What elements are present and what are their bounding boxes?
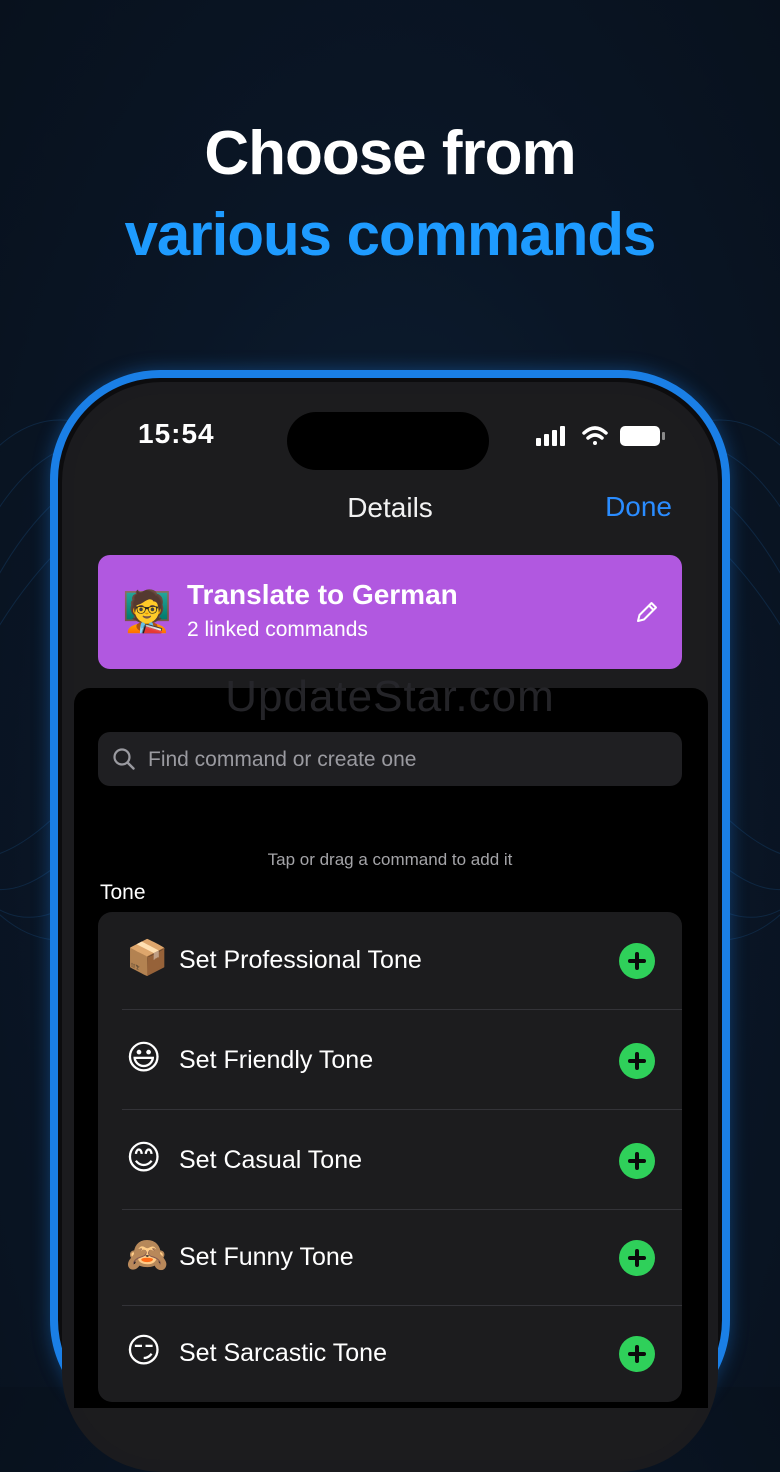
list-item[interactable]: 😃 Set Friendly Tone: [98, 1012, 682, 1109]
watermark: UpdateStar.com: [225, 672, 555, 721]
drag-hint: Tap or drag a command to add it: [267, 850, 513, 869]
list-item[interactable]: 🙈 Set Funny Tone: [98, 1209, 682, 1306]
dynamic-island: [287, 412, 489, 470]
smirking-emoji-icon: 😏: [126, 1332, 162, 1370]
list-item-label: Set Professional Tone: [179, 946, 422, 974]
add-button[interactable]: [619, 1336, 655, 1372]
divider: [122, 1009, 682, 1010]
list-item-label: Set Casual Tone: [179, 1146, 362, 1174]
status-time: 15:54: [138, 418, 215, 449]
list-item-label: Set Friendly Tone: [179, 1046, 374, 1074]
search-icon: [113, 748, 135, 770]
command-list: 📦 Set Professional Tone 😃 Set Friendly T…: [98, 912, 682, 1402]
grinning-emoji-icon: 😃: [126, 1039, 162, 1077]
wifi-icon: [582, 426, 608, 445]
package-emoji-icon: 📦: [126, 939, 169, 977]
add-button[interactable]: [619, 943, 655, 979]
divider: [122, 1109, 682, 1110]
list-item[interactable]: 😏 Set Sarcastic Tone: [98, 1305, 682, 1402]
section-title-tone: Tone: [100, 881, 146, 904]
list-item-label: Set Funny Tone: [179, 1243, 354, 1271]
add-button[interactable]: [619, 1143, 655, 1179]
smiling-emoji-icon: 😊: [126, 1139, 162, 1177]
pencil-icon[interactable]: [634, 599, 660, 625]
battery-icon: [620, 426, 665, 446]
headline-line-2: various commands: [124, 201, 657, 268]
add-button[interactable]: [619, 1043, 655, 1079]
headline-line-1: Choose from: [204, 119, 576, 188]
search-bar[interactable]: [98, 732, 682, 788]
add-button[interactable]: [619, 1240, 655, 1276]
list-item[interactable]: 😊 Set Casual Tone: [98, 1112, 682, 1209]
command-card[interactable]: 🧑‍🏫 Translate to German 2 linked command…: [98, 555, 682, 669]
list-item-label: Set Sarcastic Tone: [179, 1339, 387, 1367]
cellular-signal-icon: [536, 426, 565, 446]
search-input[interactable]: [146, 732, 670, 788]
status-icons: [536, 426, 665, 446]
teacher-emoji-icon: 🧑‍🏫: [122, 590, 172, 634]
command-title: Translate to German: [187, 579, 458, 610]
list-item[interactable]: 📦 Set Professional Tone: [98, 912, 682, 1009]
see-no-evil-monkey-emoji-icon: 🙈: [126, 1236, 169, 1274]
done-button[interactable]: Done: [605, 491, 672, 523]
linked-commands-count: 2 linked commands: [187, 618, 368, 641]
